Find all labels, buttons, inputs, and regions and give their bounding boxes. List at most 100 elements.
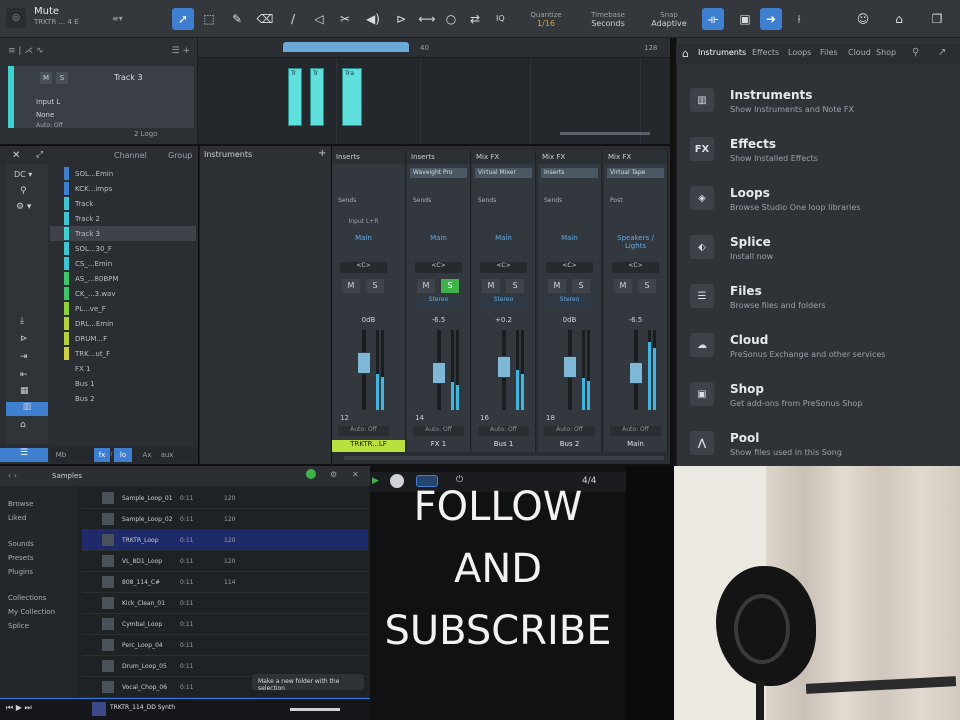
- track-list-row[interactable]: CS_...Emin: [50, 256, 196, 271]
- sends-slot[interactable]: Sends: [541, 196, 598, 206]
- sidebar-item[interactable]: Sounds: [8, 540, 34, 548]
- sidebar-item[interactable]: Presets: [8, 554, 33, 562]
- toolbar-icon[interactable]: DC ▾: [14, 170, 32, 179]
- browser-item-files[interactable]: ☰ Files Browse files and folders: [690, 278, 950, 322]
- sends-slot[interactable]: Sends: [475, 196, 532, 206]
- channel-name[interactable]: Main: [604, 440, 667, 452]
- file-row[interactable]: 808_114_C# 0:11 114: [82, 572, 368, 593]
- track-header-selected[interactable]: M S Track 3 Input L None Auto: Off: [8, 66, 194, 129]
- add-instrument-icon[interactable]: +: [318, 148, 326, 159]
- stereo-mode[interactable]: Stereo: [480, 296, 527, 307]
- browser-item-loops[interactable]: ◈ Loops Browse Studio One loop libraries: [690, 180, 950, 224]
- output-selector[interactable]: Main: [410, 234, 467, 246]
- stereo-mode[interactable]: Stereo: [546, 296, 593, 307]
- start-page-icon[interactable]: ⌂: [888, 8, 910, 30]
- browser-tab-files[interactable]: Files: [820, 48, 838, 57]
- track-list-row[interactable]: AS_...80BPM: [50, 271, 196, 286]
- nav-arrows-icon[interactable]: ‹ ›: [8, 471, 17, 480]
- input-selector[interactable]: [475, 218, 532, 228]
- track-list-row[interactable]: CK_...3.wav: [50, 286, 196, 301]
- list-tab[interactable]: lo: [114, 448, 132, 462]
- mute-tool-icon[interactable]: ◁: [308, 8, 330, 30]
- browser-tab-effects[interactable]: Effects: [752, 48, 779, 57]
- file-row[interactable]: VL_8D1_Loop 0:11 120: [82, 551, 368, 572]
- track-list-row[interactable]: DRUM...F: [50, 331, 196, 346]
- track-list-row[interactable]: KCK...imps: [50, 181, 196, 196]
- follow-playback-icon[interactable]: ➜: [760, 8, 782, 30]
- automation-mode[interactable]: Auto: Off: [338, 426, 389, 436]
- file-row[interactable]: TRKTR_Loop 0:11 120: [82, 530, 368, 551]
- browser-item-pool[interactable]: ⋀ Pool Show files used in this Song: [690, 425, 950, 469]
- user-account-icon[interactable]: ☺: [852, 8, 874, 30]
- bend-tool-icon[interactable]: ⊳: [390, 8, 412, 30]
- zoom-tool-icon[interactable]: ○: [440, 8, 462, 30]
- channel-name[interactable]: Bus 2: [538, 440, 601, 452]
- search-icon[interactable]: ⚲: [912, 47, 919, 58]
- mute-button[interactable]: M: [548, 279, 566, 293]
- song-title[interactable]: Mute: [34, 6, 59, 17]
- eraser-tool-icon[interactable]: ⌫: [254, 8, 276, 30]
- close-icon[interactable]: ✕: [352, 470, 359, 479]
- timebase-field[interactable]: Timebase Seconds: [578, 6, 638, 32]
- mixer-scrollbar[interactable]: [344, 456, 664, 460]
- output-selector[interactable]: Main: [335, 234, 392, 246]
- input-selector[interactable]: Input L+R: [335, 218, 392, 228]
- window-layout-icon[interactable]: ❐: [926, 8, 948, 30]
- browser-item-shop[interactable]: ▣ Shop Get add-ons from PreSonus Shop: [690, 376, 950, 420]
- mute-button[interactable]: M: [614, 279, 632, 293]
- list-tab[interactable]: aux: [158, 448, 176, 462]
- sidebar-item[interactable]: Plugins: [8, 568, 33, 576]
- input-selector[interactable]: [607, 218, 664, 228]
- automation-mode[interactable]: Auto: Off: [610, 426, 661, 436]
- fader-cap[interactable]: [357, 352, 371, 374]
- file-row[interactable]: Kick_Clean_01 0:11: [82, 593, 368, 614]
- song-menu-icon[interactable]: ≡▾: [112, 14, 132, 26]
- loop-range[interactable]: [283, 42, 409, 52]
- browser-tab-shop[interactable]: Shop: [876, 48, 896, 57]
- grid-icon[interactable]: ▦: [20, 386, 29, 396]
- sidebar-item[interactable]: Liked: [8, 514, 26, 522]
- detach-icon[interactable]: ↗: [938, 47, 946, 58]
- pan-control[interactable]: <C>: [546, 262, 593, 273]
- audio-clip[interactable]: Tr: [288, 68, 302, 126]
- expand-icon[interactable]: ⤢: [36, 150, 43, 160]
- track-list-row[interactable]: DRL...Emin: [50, 316, 196, 331]
- track-list-row[interactable]: Bus 2: [50, 391, 196, 406]
- browser-tab-loops[interactable]: Loops: [788, 48, 811, 57]
- track-list-row[interactable]: PL...ve_F: [50, 301, 196, 316]
- group-header[interactable]: Group: [168, 151, 192, 160]
- automation-mode[interactable]: Auto: Off: [544, 426, 595, 436]
- split-tool-icon[interactable]: ✂: [334, 8, 356, 30]
- sends-slot[interactable]: Sends: [410, 196, 467, 206]
- record-panel-icon[interactable]: ▣: [734, 8, 756, 30]
- automation-mode[interactable]: Auto: Off: [478, 426, 529, 436]
- strip-header[interactable]: Inserts: [332, 150, 405, 164]
- bus-icon[interactable]: ⌂: [20, 420, 26, 430]
- track-input[interactable]: Input L: [36, 98, 60, 106]
- stereo-mode[interactable]: Stereo: [415, 296, 462, 307]
- file-row[interactable]: Perc_Loop_04 0:11: [82, 635, 368, 656]
- file-browser-title[interactable]: Samples: [52, 472, 82, 480]
- solo-button[interactable]: S: [638, 279, 656, 293]
- output-selector[interactable]: Speakers / Lights: [607, 234, 664, 250]
- sidebar-item[interactable]: Browse: [8, 500, 34, 508]
- track-list-row[interactable]: Track: [50, 196, 196, 211]
- insert-slot[interactable]: Virtual Tape: [607, 168, 664, 178]
- strip-header[interactable]: Mix FX: [604, 150, 667, 164]
- pan-control[interactable]: <C>: [415, 262, 462, 273]
- output-selector[interactable]: Main: [541, 234, 598, 246]
- quantize-field[interactable]: Quantize 1/16: [516, 6, 576, 32]
- track-list-row[interactable]: Track 3: [50, 226, 196, 241]
- collapse-icon[interactable]: ⤓: [20, 316, 24, 326]
- file-row[interactable]: Sample_Loop_02 0:11 120: [82, 509, 368, 530]
- track-list-row[interactable]: Bus 1: [50, 376, 196, 391]
- track-list-row[interactable]: Track 2: [50, 211, 196, 226]
- track-mute-button[interactable]: M: [40, 72, 52, 84]
- channel-header[interactable]: Channel: [114, 151, 147, 160]
- solo-button[interactable]: S: [366, 279, 384, 293]
- stretch-tool-icon[interactable]: ⟷: [416, 8, 438, 30]
- snap-grid-icon[interactable]: ⟛: [702, 8, 724, 30]
- snap-field[interactable]: Snap Adaptive: [640, 6, 698, 32]
- file-row[interactable]: Sample_Loop_01 0:11 120: [82, 488, 368, 509]
- listen-tool-icon[interactable]: ◀): [362, 8, 384, 30]
